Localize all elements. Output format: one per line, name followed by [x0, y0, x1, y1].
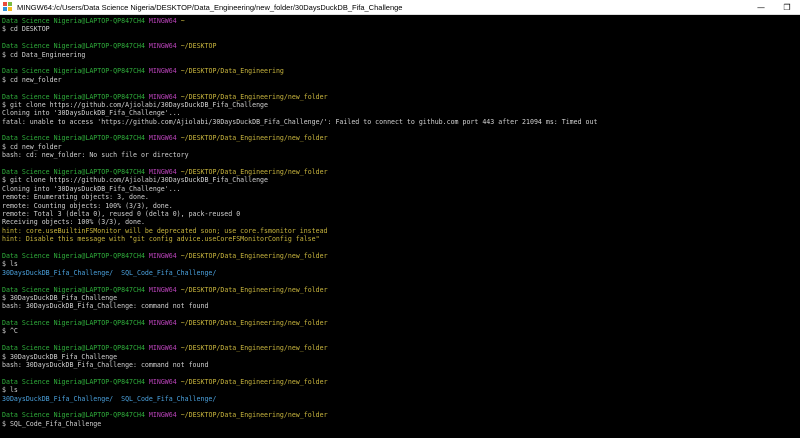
command-line: $ cd DESKTOP: [2, 25, 50, 34]
prompt-path: ~/DESKTOP/Data_Engineering/new_folder: [180, 134, 328, 143]
prompt-user: Data Science Nigeria@LAPTOP-QP847CH4: [2, 285, 145, 294]
mingw-app-icon: [3, 2, 13, 12]
restore-button[interactable]: ❐: [774, 0, 800, 14]
command-line: $ SQL_Code_Fifa_Challenge: [2, 419, 102, 428]
prompt-line: Data Science Nigeria@LAPTOP-QP847CH4 MIN…: [2, 93, 800, 101]
output-line: remote: Total 3 (delta 0), reused 0 (del…: [2, 209, 241, 218]
command-line: $ 30DaysDuckDB_Fifa_Challenge: [2, 293, 118, 302]
prompt-path: ~/DESKTOP/Data_Engineering/new_folder: [180, 251, 328, 260]
output-line: bash: 30DaysDuckDB_Fifa_Challenge: comma…: [2, 302, 209, 311]
prompt-path: ~/DESKTOP: [180, 42, 217, 51]
prompt-line: Data Science Nigeria@LAPTOP-QP847CH4 MIN…: [2, 378, 800, 386]
output-line: remote: Counting objects: 100% (3/3), do…: [2, 201, 173, 210]
prompt-user: Data Science Nigeria@LAPTOP-QP847CH4: [2, 92, 145, 101]
prompt-shell: MINGW64: [148, 168, 177, 177]
prompt-line: Data Science Nigeria@LAPTOP-QP847CH4 MIN…: [2, 319, 800, 327]
terminal-output[interactable]: Data Science Nigeria@LAPTOP-QP847CH4 MIN…: [2, 17, 800, 438]
prompt-path: ~/DESKTOP/Data_Engineering/new_folder: [180, 411, 328, 420]
prompt-shell: MINGW64: [148, 319, 177, 328]
title-bar[interactable]: MINGW64:/c/Users/Data Science Nigeria/DE…: [0, 0, 800, 15]
window-title: MINGW64:/c/Users/Data Science Nigeria/DE…: [17, 2, 403, 12]
directory-listing: 30DaysDuckDB_Fifa_Challenge/ SQL_Code_Fi…: [2, 394, 217, 403]
prompt-path: ~: [180, 17, 185, 25]
scrollbar[interactable]: [796, 15, 800, 438]
prompt-line: Data Science Nigeria@LAPTOP-QP847CH4 MIN…: [2, 17, 800, 25]
prompt-shell: MINGW64: [148, 17, 177, 25]
output-line: bash: cd: new_folder: No such file or di…: [2, 151, 189, 160]
prompt-line: Data Science Nigeria@LAPTOP-QP847CH4 MIN…: [2, 42, 800, 50]
prompt-path: ~/DESKTOP/Data_Engineering/new_folder: [180, 377, 328, 386]
command-line: $ ls: [2, 386, 18, 395]
prompt-line: Data Science Nigeria@LAPTOP-QP847CH4 MIN…: [2, 134, 800, 142]
directory-listing: 30DaysDuckDB_Fifa_Challenge/ SQL_Code_Fi…: [2, 268, 217, 277]
prompt-line: Data Science Nigeria@LAPTOP-QP847CH4 MIN…: [2, 344, 800, 352]
hint-line: hint: core.useBuiltinFSMonitor will be d…: [2, 226, 328, 235]
prompt-user: Data Science Nigeria@LAPTOP-QP847CH4: [2, 42, 145, 51]
output-line: remote: Enumerating objects: 3, done.: [2, 193, 149, 202]
prompt-path: ~/DESKTOP/Data_Engineering/new_folder: [180, 92, 328, 101]
terminal-window: MINGW64:/c/Users/Data Science Nigeria/DE…: [0, 0, 800, 438]
minimize-button[interactable]: —: [748, 0, 774, 14]
command-line: $ cd new_folder: [2, 142, 62, 151]
prompt-shell: MINGW64: [148, 411, 177, 420]
prompt-user: Data Science Nigeria@LAPTOP-QP847CH4: [2, 251, 145, 260]
prompt-user: Data Science Nigeria@LAPTOP-QP847CH4: [2, 319, 145, 328]
prompt-line: Data Science Nigeria@LAPTOP-QP847CH4 MIN…: [2, 252, 800, 260]
prompt-user: Data Science Nigeria@LAPTOP-QP847CH4: [2, 134, 145, 143]
prompt-path: ~/DESKTOP/Data_Engineering/new_folder: [180, 285, 328, 294]
command-line: $ git clone https://github.com/Ajiolabi/…: [2, 100, 268, 109]
prompt-user: Data Science Nigeria@LAPTOP-QP847CH4: [2, 344, 145, 353]
prompt-shell: MINGW64: [148, 92, 177, 101]
output-line: Cloning into '30DaysDuckDB_Fifa_Challeng…: [2, 184, 181, 193]
prompt-user: Data Science Nigeria@LAPTOP-QP847CH4: [2, 67, 145, 76]
prompt-path: ~/DESKTOP/Data_Engineering: [180, 67, 284, 76]
prompt-path: ~/DESKTOP/Data_Engineering/new_folder: [180, 344, 328, 353]
output-line: bash: 30DaysDuckDB_Fifa_Challenge: comma…: [2, 361, 209, 370]
prompt-user: Data Science Nigeria@LAPTOP-QP847CH4: [2, 168, 145, 177]
prompt-user: Data Science Nigeria@LAPTOP-QP847CH4: [2, 17, 145, 25]
prompt-shell: MINGW64: [148, 377, 177, 386]
prompt-shell: MINGW64: [148, 344, 177, 353]
prompt-user: Data Science Nigeria@LAPTOP-QP847CH4: [2, 411, 145, 420]
prompt-line: Data Science Nigeria@LAPTOP-QP847CH4 MIN…: [2, 67, 800, 75]
command-line: $ ^C: [2, 327, 18, 336]
command-line: $ ls: [2, 260, 18, 269]
output-line: fatal: unable to access 'https://github.…: [2, 117, 598, 126]
prompt-line: Data Science Nigeria@LAPTOP-QP847CH4 MIN…: [2, 411, 800, 419]
prompt-user: Data Science Nigeria@LAPTOP-QP847CH4: [2, 377, 145, 386]
hint-line: hint: Disable this message with "git con…: [2, 235, 320, 244]
command-line: $ cd Data_Engineering: [2, 50, 86, 59]
command-line: $ 30DaysDuckDB_Fifa_Challenge: [2, 352, 118, 361]
window-controls: — ❐: [748, 0, 800, 14]
command-line: $ git clone https://github.com/Ajiolabi/…: [2, 176, 268, 185]
prompt-shell: MINGW64: [148, 42, 177, 51]
prompt-line: Data Science Nigeria@LAPTOP-QP847CH4 MIN…: [2, 286, 800, 294]
prompt-line: Data Science Nigeria@LAPTOP-QP847CH4 MIN…: [2, 168, 800, 176]
prompt-path: ~/DESKTOP/Data_Engineering/new_folder: [180, 168, 328, 177]
prompt-path: ~/DESKTOP/Data_Engineering/new_folder: [180, 319, 328, 328]
prompt-shell: MINGW64: [148, 134, 177, 143]
prompt-shell: MINGW64: [148, 285, 177, 294]
command-line: $ cd new_folder: [2, 75, 62, 84]
prompt-shell: MINGW64: [148, 67, 177, 76]
prompt-shell: MINGW64: [148, 251, 177, 260]
output-line: Cloning into '30DaysDuckDB_Fifa_Challeng…: [2, 109, 181, 118]
output-line: Receiving objects: 100% (3/3), done.: [2, 218, 145, 227]
